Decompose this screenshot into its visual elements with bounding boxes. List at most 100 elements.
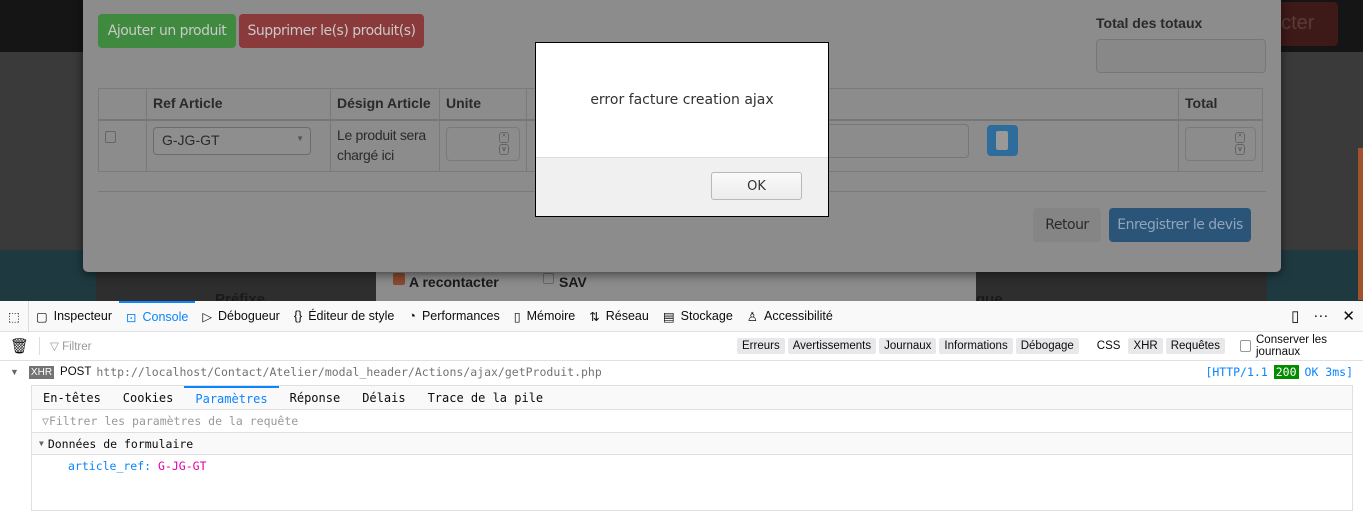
param-key: article_ref:: [68, 459, 152, 473]
col-ref: Ref Article: [146, 88, 331, 121]
funnel-icon: ▽: [42, 414, 49, 428]
section-title: Données de formulaire: [47, 436, 194, 451]
details-tabs: En-têtes Cookies Paramètres Réponse Déla…: [32, 386, 1352, 410]
tab-label: Réseau: [605, 309, 649, 323]
price-input[interactable]: [818, 123, 969, 158]
tab-accessibility[interactable]: ♙ Accessibilité: [740, 301, 840, 332]
tab-label: Accessibilité: [764, 309, 833, 323]
alert-dialog: error facture creation ajax OK: [535, 42, 829, 217]
tab-label: Inspecteur: [53, 309, 112, 323]
delete-products-button[interactable]: Supprimer le(s) produit(s): [239, 14, 424, 48]
background-image: [0, 250, 96, 301]
request-url[interactable]: http://localhost/Contact/Atelier/modal_h…: [96, 365, 601, 379]
unite-input[interactable]: ^ v: [446, 126, 520, 161]
tab-label: Débogueur: [217, 309, 280, 323]
total-input[interactable]: [1096, 39, 1266, 73]
total-label: Total des totaux: [1096, 15, 1203, 31]
tab-params[interactable]: Paramètres: [184, 386, 279, 409]
gauge-icon: ◔: [408, 309, 416, 323]
tab-inspecteur[interactable]: ▢ Inspecteur: [29, 301, 119, 332]
partial-label: que: [976, 291, 1003, 301]
storage-icon: ▤: [662, 309, 675, 324]
spin-up-icon[interactable]: ^: [1235, 131, 1245, 143]
arrows-icon: ⇅: [589, 309, 600, 324]
tab-debugger[interactable]: ▷ Débogueur: [195, 301, 286, 332]
filter-input[interactable]: ▽ Filtrer: [40, 339, 91, 353]
braces-icon: {}: [293, 309, 303, 323]
filter-placeholder: Filtrer: [62, 341, 92, 353]
spin-down-icon[interactable]: v: [1235, 143, 1245, 155]
col-total: Total: [1178, 88, 1263, 121]
params-filter-placeholder: Filtrer les paramètres de la requête: [48, 414, 299, 428]
debugger-icon: ▷: [202, 309, 212, 324]
filter-logs[interactable]: Journaux: [879, 338, 937, 354]
back-button[interactable]: Retour: [1033, 208, 1101, 242]
tab-memory[interactable]: ▯ Mémoire: [507, 301, 583, 332]
expand-triangle-icon[interactable]: ▼: [10, 367, 19, 377]
close-icon[interactable]: ✕: [1342, 307, 1355, 325]
persist-logs-checkbox[interactable]: [1239, 340, 1251, 352]
console-icon: ⊡: [126, 310, 137, 325]
col-select: [98, 88, 147, 121]
ref-value: G-JG-GT: [162, 131, 220, 148]
trash-icon[interactable]: 🗑: [0, 337, 41, 355]
tab-label: Stockage: [680, 309, 733, 323]
recontact-label: A recontacter: [409, 274, 499, 290]
recontact-checkbox[interactable]: [393, 273, 405, 285]
accessibility-icon: ♙: [746, 309, 758, 324]
devtools-toolbar: ⬚ ▢ Inspecteur ⊡ Console ▷ Débogueur {} Édit…: [0, 300, 1363, 332]
filter-xhr[interactable]: XHR: [1128, 338, 1163, 354]
tab-performance[interactable]: ◔ Performances: [401, 301, 506, 332]
dock-icon[interactable]: ▯: [1291, 307, 1299, 325]
status-text: OK 3ms]: [1304, 365, 1353, 379]
sav-checkbox[interactable]: [543, 273, 554, 284]
request-row[interactable]: ▼ XHR POST http://localhost/Contact/Atel…: [0, 361, 1363, 383]
spin-down-icon[interactable]: v: [499, 143, 509, 155]
tab-network[interactable]: ⇅ Réseau: [582, 301, 656, 332]
element-picker-icon[interactable]: ⬚: [0, 300, 29, 332]
form-data-section[interactable]: ▼ Données de formulaire: [32, 433, 1352, 455]
add-product-button[interactable]: Ajouter un produit: [98, 14, 236, 48]
sav-label: SAV: [559, 274, 587, 290]
tab-console[interactable]: ⊡ Console: [119, 300, 196, 332]
filter-requests[interactable]: Requêtes: [1165, 338, 1225, 354]
funnel-icon: ▽: [50, 341, 63, 353]
page-background: ecter Préfixe que A recontacter SAV Ajou…: [0, 0, 1363, 301]
tab-label: Éditeur de style: [308, 309, 395, 323]
tab-label: Console: [142, 310, 189, 324]
total-row-input[interactable]: ^ v: [1185, 126, 1256, 161]
filter-css[interactable]: CSS: [1092, 338, 1126, 354]
chevron-down-icon: ▼: [296, 133, 304, 143]
tab-response[interactable]: Réponse: [279, 386, 352, 409]
prefix-label: Préfixe: [215, 291, 266, 301]
collapse-triangle-icon[interactable]: ▼: [39, 439, 44, 448]
save-quote-button[interactable]: Enregistrer le devis: [1109, 208, 1251, 242]
row-checkbox[interactable]: [105, 130, 116, 143]
tab-storage[interactable]: ▤ Stockage: [656, 301, 740, 332]
background-image: [1267, 250, 1363, 301]
request-method: POST: [60, 366, 92, 378]
filter-info[interactable]: Informations: [939, 338, 1013, 354]
console-filter-bar: 🗑 ▽ Filtrer Erreurs Avertissements Journ…: [0, 332, 1363, 361]
spin-up-icon[interactable]: ^: [499, 131, 509, 143]
filter-debug[interactable]: Débogage: [1015, 338, 1079, 354]
request-protocol: [HTTP/1.1: [1205, 365, 1268, 379]
tab-headers[interactable]: En-têtes: [32, 386, 112, 409]
col-unite: Unite: [439, 88, 527, 121]
persist-logs-label: Conserver les journaux: [1256, 334, 1327, 358]
ref-select[interactable]: G-JG-GT ▼: [153, 126, 311, 155]
filter-warnings[interactable]: Avertissements: [787, 338, 877, 354]
design-cell: Le produit sera chargé ici: [330, 119, 440, 172]
calculator-icon[interactable]: [986, 124, 1018, 156]
status-badge: 200: [1273, 365, 1299, 379]
xhr-badge: XHR: [28, 365, 55, 379]
tab-cookies[interactable]: Cookies: [112, 386, 185, 409]
more-icon[interactable]: ···: [1313, 307, 1328, 325]
filter-errors[interactable]: Erreurs: [737, 338, 785, 354]
ok-button[interactable]: OK: [711, 172, 802, 200]
tab-stack-trace[interactable]: Trace de la pile: [417, 386, 555, 409]
params-filter-input[interactable]: ▽ Filtrer les paramètres de la requête: [32, 410, 1352, 433]
tab-timings[interactable]: Délais: [351, 386, 416, 409]
accent-strip: [1358, 148, 1363, 300]
tab-style-editor[interactable]: {} Éditeur de style: [287, 301, 402, 332]
